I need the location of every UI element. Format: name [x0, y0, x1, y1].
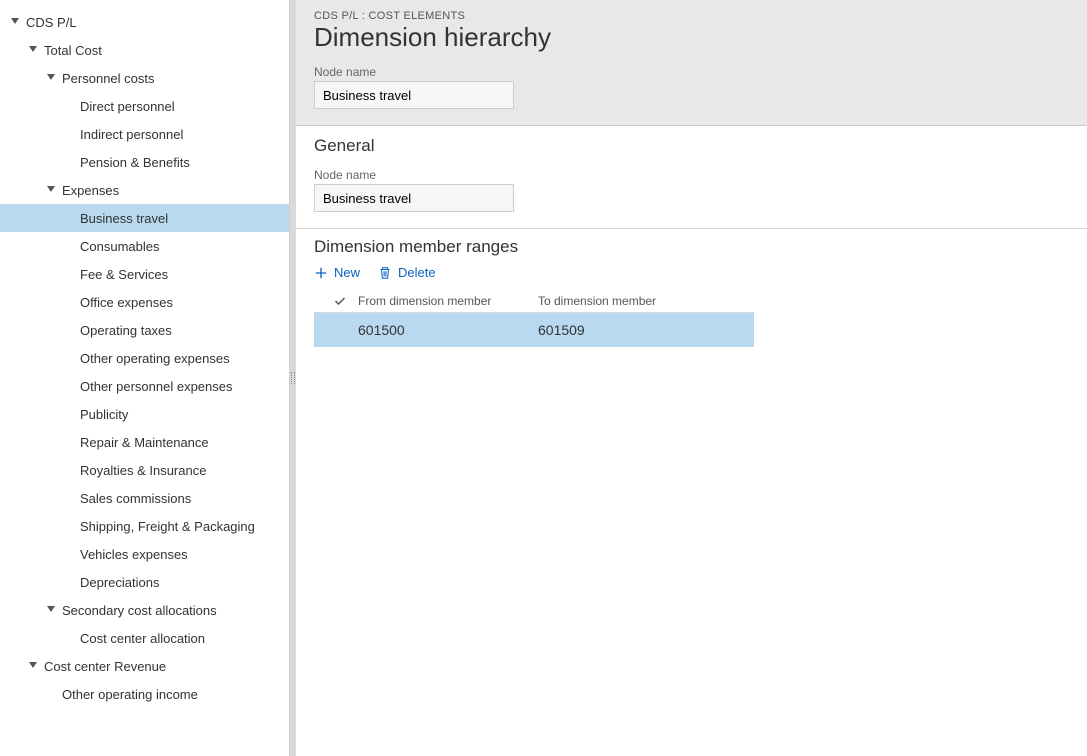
- tree-item[interactable]: Publicity: [0, 400, 289, 428]
- tree-item[interactable]: Secondary cost allocations: [0, 596, 289, 624]
- page-title: Dimension hierarchy: [314, 22, 1069, 53]
- cell-to[interactable]: 601509: [538, 322, 718, 338]
- breadcrumb: CDS P/L : COST ELEMENTS: [314, 10, 1069, 22]
- tree-item[interactable]: Other personnel expenses: [0, 372, 289, 400]
- select-all-column[interactable]: [322, 295, 358, 307]
- general-section-title: General: [314, 136, 1069, 156]
- ranges-section-title: Dimension member ranges: [314, 237, 1069, 257]
- ranges-section: Dimension member ranges New Delete From …: [296, 229, 1087, 363]
- tree-item-label: Secondary cost allocations: [60, 603, 217, 618]
- tree-item-label: Consumables: [78, 239, 160, 254]
- general-section: General Node name: [296, 126, 1087, 229]
- tree-item[interactable]: Other operating expenses: [0, 344, 289, 372]
- page-header: CDS P/L : COST ELEMENTS Dimension hierar…: [296, 0, 1087, 126]
- tree-item[interactable]: Direct personnel: [0, 92, 289, 120]
- tree-item[interactable]: Vehicles expenses: [0, 540, 289, 568]
- collapse-icon[interactable]: [26, 43, 40, 57]
- tree-item-label: Royalties & Insurance: [78, 463, 206, 478]
- tree-item-label: Other personnel expenses: [78, 379, 232, 394]
- tree-item[interactable]: Fee & Services: [0, 260, 289, 288]
- tree-item[interactable]: Consumables: [0, 232, 289, 260]
- tree-item-label: Other operating income: [60, 687, 198, 702]
- tree-item-label: Publicity: [78, 407, 128, 422]
- tree-item-label: Shipping, Freight & Packaging: [78, 519, 255, 534]
- tree-item[interactable]: Business travel: [0, 204, 289, 232]
- tree-item-label: Sales commissions: [78, 491, 191, 506]
- ranges-toolbar: New Delete: [314, 265, 1069, 280]
- tree-item[interactable]: Sales commissions: [0, 484, 289, 512]
- tree-item[interactable]: Pension & Benefits: [0, 148, 289, 176]
- cell-from[interactable]: 601500: [358, 322, 538, 338]
- tree-item-label: Depreciations: [78, 575, 160, 590]
- tree-item-label: Fee & Services: [78, 267, 168, 282]
- tree-item[interactable]: Repair & Maintenance: [0, 428, 289, 456]
- tree-item-label: Direct personnel: [78, 99, 175, 114]
- tree-item[interactable]: Royalties & Insurance: [0, 456, 289, 484]
- tree-item-label: Pension & Benefits: [78, 155, 190, 170]
- tree-item[interactable]: Total Cost: [0, 36, 289, 64]
- tree-item-label: Expenses: [60, 183, 119, 198]
- tree-item-label: Business travel: [78, 211, 168, 226]
- tree-sidebar: CDS P/L Total Cost Personnel costs Direct p…: [0, 0, 290, 756]
- column-header-from[interactable]: From dimension member: [358, 294, 538, 308]
- collapse-icon[interactable]: [44, 603, 58, 617]
- collapse-icon[interactable]: [8, 15, 22, 29]
- tree-item[interactable]: Cost center Revenue: [0, 652, 289, 680]
- tree-item-label: Other operating expenses: [78, 351, 230, 366]
- trash-icon: [378, 266, 392, 280]
- ranges-grid: From dimension member To dimension membe…: [314, 290, 754, 347]
- general-node-name-input[interactable]: [314, 184, 514, 212]
- tree-item[interactable]: CDS P/L: [0, 8, 289, 36]
- grid-header: From dimension member To dimension membe…: [314, 290, 754, 313]
- tree-item[interactable]: Operating taxes: [0, 316, 289, 344]
- tree-item-label: Personnel costs: [60, 71, 155, 86]
- check-icon: [334, 295, 346, 307]
- new-button[interactable]: New: [314, 265, 360, 280]
- collapse-icon[interactable]: [26, 659, 40, 673]
- tree-item-label: Indirect personnel: [78, 127, 183, 142]
- tree-item[interactable]: Depreciations: [0, 568, 289, 596]
- plus-icon: [314, 266, 328, 280]
- delete-button-label: Delete: [398, 265, 436, 280]
- tree-item-label: Cost center Revenue: [42, 659, 166, 674]
- collapse-icon[interactable]: [44, 71, 58, 85]
- tree-item[interactable]: Expenses: [0, 176, 289, 204]
- tree-item[interactable]: Personnel costs: [0, 64, 289, 92]
- tree-item-label: Total Cost: [42, 43, 102, 58]
- tree-item-label: Cost center allocation: [78, 631, 205, 646]
- tree-item[interactable]: Shipping, Freight & Packaging: [0, 512, 289, 540]
- node-name-input[interactable]: [314, 81, 514, 109]
- general-node-name-label: Node name: [314, 168, 1069, 182]
- delete-button[interactable]: Delete: [378, 265, 436, 280]
- tree-item-label: Vehicles expenses: [78, 547, 188, 562]
- tree-item[interactable]: Other operating income: [0, 680, 289, 708]
- new-button-label: New: [334, 265, 360, 280]
- main-panel: CDS P/L : COST ELEMENTS Dimension hierar…: [296, 0, 1087, 756]
- tree-item-label: Operating taxes: [78, 323, 172, 338]
- pane-resizer[interactable]: [290, 0, 296, 756]
- collapse-icon[interactable]: [44, 183, 58, 197]
- tree-item[interactable]: Office expenses: [0, 288, 289, 316]
- table-row[interactable]: 601500601509: [314, 313, 754, 347]
- tree-item-label: CDS P/L: [24, 15, 77, 30]
- tree-item[interactable]: Indirect personnel: [0, 120, 289, 148]
- tree-item[interactable]: Cost center allocation: [0, 624, 289, 652]
- node-name-label: Node name: [314, 65, 1069, 79]
- tree-item-label: Repair & Maintenance: [78, 435, 209, 450]
- tree-item-label: Office expenses: [78, 295, 173, 310]
- column-header-to[interactable]: To dimension member: [538, 294, 718, 308]
